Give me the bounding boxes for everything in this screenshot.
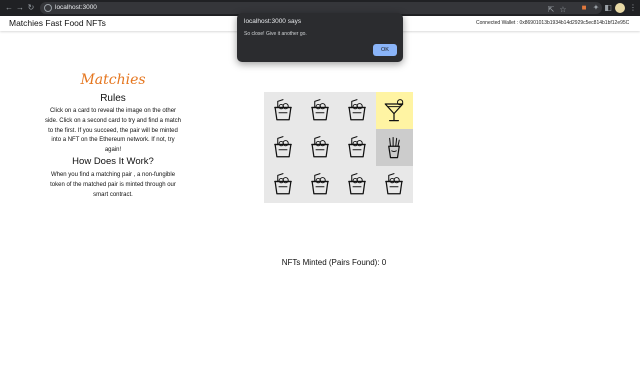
brand-title[interactable]: Matchies Fast Food NFTs xyxy=(9,17,106,29)
takeaway-box-icon xyxy=(348,135,366,157)
extension-icon[interactable]: ■ xyxy=(579,2,589,14)
reload-icon[interactable]: ↻ xyxy=(26,2,36,14)
rules-heading: Rules xyxy=(100,93,126,104)
fries-icon xyxy=(388,136,401,158)
info-icon[interactable] xyxy=(44,4,52,12)
avatar[interactable] xyxy=(615,3,625,13)
puzzle-icon[interactable]: ✦ xyxy=(591,2,601,14)
connected-wallet: Connected Wallet : 0x86901013b1934b14d29… xyxy=(476,20,630,26)
takeaway-box-icon xyxy=(348,172,366,194)
takeaway-box-icon xyxy=(385,172,403,194)
how-text: When you find a matching pair , a non-fu… xyxy=(50,172,176,198)
cocktail-icon xyxy=(384,98,404,121)
forward-arrow-icon[interactable]: → xyxy=(15,2,25,14)
takeaway-box-icon xyxy=(348,98,366,120)
memory-card[interactable] xyxy=(375,92,413,129)
dialog-message: So close! Give it another go. xyxy=(244,31,307,37)
how-heading: How Does It Work? xyxy=(72,156,154,167)
takeaway-box-icon xyxy=(311,98,329,120)
minted-counter: NFTs Minted (Pairs Found): 0 xyxy=(281,258,387,267)
memory-card[interactable] xyxy=(338,92,376,129)
takeaway-box-icon xyxy=(273,98,292,120)
star-icon[interactable]: ☆ xyxy=(558,4,568,16)
memory-card[interactable] xyxy=(338,166,376,203)
share-icon[interactable]: ⇱ xyxy=(546,4,556,16)
memory-card[interactable] xyxy=(301,129,339,166)
ok-button[interactable]: OK xyxy=(373,44,397,56)
takeaway-box-icon xyxy=(273,135,292,157)
memory-card[interactable] xyxy=(264,92,301,129)
logo: Matchies xyxy=(80,72,146,88)
memory-card[interactable] xyxy=(338,129,376,166)
memory-card[interactable] xyxy=(264,166,301,203)
memory-card[interactable] xyxy=(375,129,413,166)
takeaway-box-icon xyxy=(311,172,329,194)
takeaway-box-icon xyxy=(311,135,329,157)
url-text: localhost:3000 xyxy=(55,4,97,11)
memory-card[interactable] xyxy=(301,166,339,203)
memory-card[interactable] xyxy=(375,166,413,203)
memory-card[interactable] xyxy=(264,129,301,166)
rules-text: Click on a card to reveal the image on t… xyxy=(44,108,182,154)
memory-card[interactable] xyxy=(301,92,339,129)
card-grid xyxy=(264,92,413,203)
kebab-menu-icon[interactable]: ⋮ xyxy=(629,2,637,14)
back-arrow-icon[interactable]: ← xyxy=(4,2,14,14)
alert-dialog: localhost:3000 says So close! Give it an… xyxy=(237,13,403,62)
sidebar-icon[interactable]: ◧ xyxy=(603,2,613,14)
dialog-title: localhost:3000 says xyxy=(244,18,302,25)
takeaway-box-icon xyxy=(273,172,292,194)
